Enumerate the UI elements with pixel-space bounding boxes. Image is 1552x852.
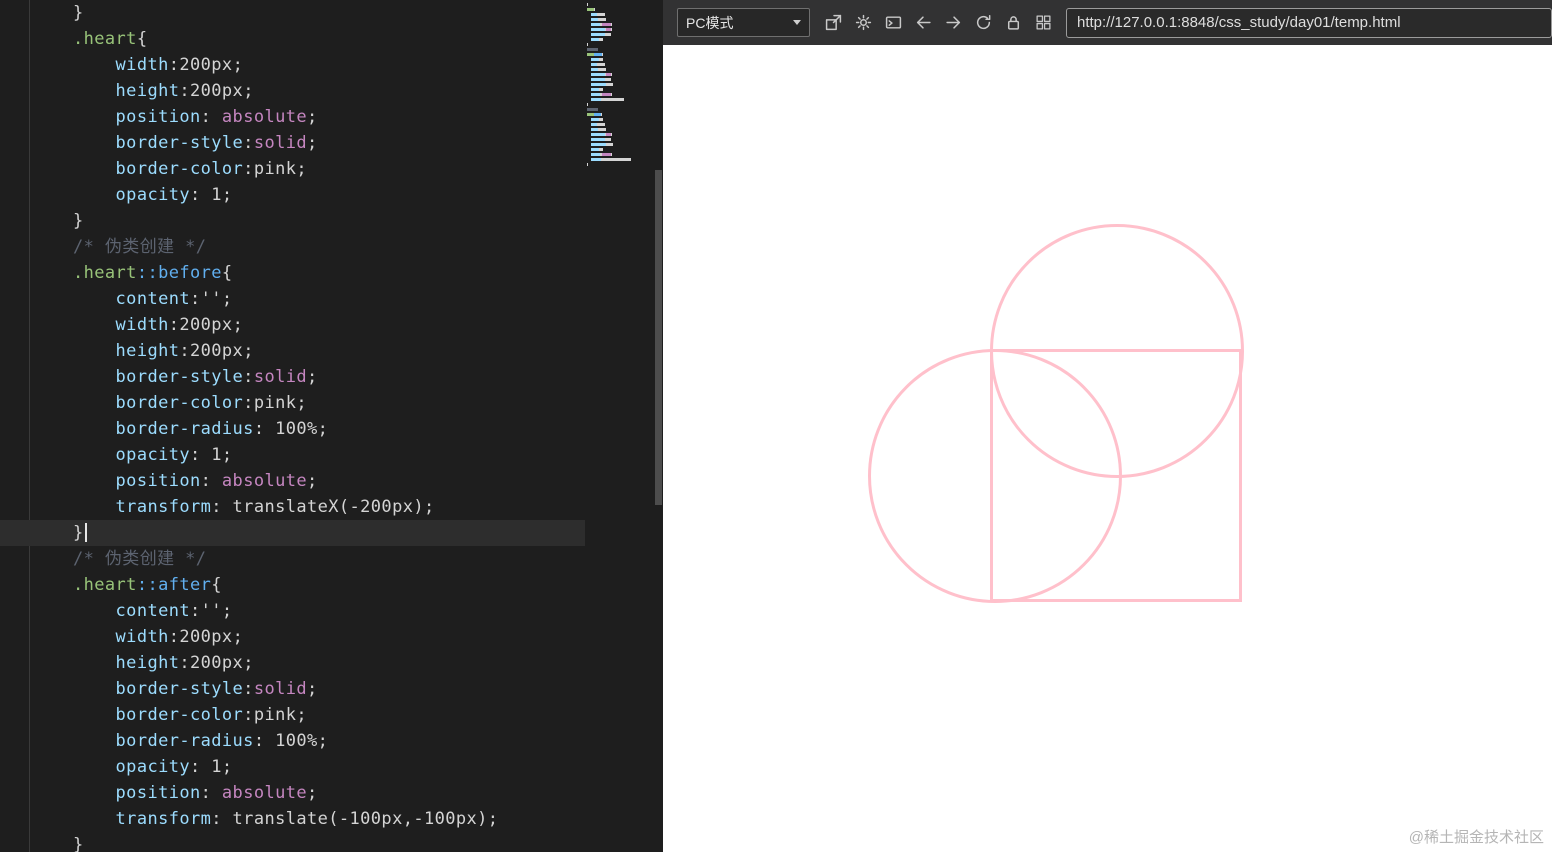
- code-line[interactable]: height:200px;: [0, 650, 585, 676]
- code-line[interactable]: border-style:solid;: [0, 676, 585, 702]
- code-area[interactable]: } .heart{ width:200px; height:200px; posi…: [0, 0, 585, 852]
- grid-icon: [1035, 15, 1051, 30]
- lock-button[interactable]: [998, 8, 1028, 38]
- code-line[interactable]: transform: translateX(-200px);: [0, 494, 585, 520]
- refresh-icon: [976, 14, 990, 30]
- code-editor-panel: } .heart{ width:200px; height:200px; posi…: [0, 0, 663, 852]
- code-line[interactable]: border-color:pink;: [0, 390, 585, 416]
- code-line[interactable]: border-color:pink;: [0, 702, 585, 728]
- code-line[interactable]: border-radius: 100%;: [0, 728, 585, 754]
- browser-toolbar: PC模式: [663, 0, 1552, 45]
- code-line[interactable]: }: [0, 520, 585, 546]
- code-line[interactable]: border-style:solid;: [0, 130, 585, 156]
- chevron-down-icon: [793, 20, 801, 25]
- console-button[interactable]: [878, 8, 908, 38]
- code-line[interactable]: opacity: 1;: [0, 442, 585, 468]
- code-line[interactable]: content:'';: [0, 286, 585, 312]
- code-line[interactable]: position: absolute;: [0, 104, 585, 130]
- code-line[interactable]: /* 伪类创建 */: [0, 546, 585, 572]
- settings-button[interactable]: [848, 8, 878, 38]
- code-line[interactable]: border-color:pink;: [0, 156, 585, 182]
- text-cursor: [84, 523, 87, 542]
- code-line[interactable]: }: [0, 832, 585, 852]
- code-line[interactable]: /* 伪类创建 */: [0, 234, 585, 260]
- code-line[interactable]: .heart::before{: [0, 260, 585, 286]
- device-mode-select[interactable]: PC模式: [677, 8, 810, 37]
- code-line[interactable]: .heart::after{: [0, 572, 585, 598]
- url-input[interactable]: [1066, 7, 1552, 38]
- popout-icon: [825, 14, 841, 31]
- refresh-button[interactable]: [968, 8, 998, 38]
- forward-icon: [945, 16, 960, 29]
- editor-scrollbar-thumb[interactable]: [655, 170, 662, 505]
- code-line[interactable]: width:200px;: [0, 52, 585, 78]
- minimap[interactable]: [587, 2, 653, 167]
- code-line[interactable]: position: absolute;: [0, 780, 585, 806]
- toolbar-icon-group: [818, 8, 1058, 38]
- code-line[interactable]: width:200px;: [0, 624, 585, 650]
- browser-viewport: @稀土掘金技术社区: [663, 45, 1552, 852]
- code-line[interactable]: border-style:solid;: [0, 364, 585, 390]
- code-line[interactable]: }: [0, 208, 585, 234]
- code-line[interactable]: }: [0, 0, 585, 26]
- device-mode-label: PC模式: [686, 14, 734, 31]
- browser-preview-panel: PC模式 http://127.0.0.1:8848/css_study/day…: [663, 0, 1552, 852]
- popout-button[interactable]: [818, 8, 848, 38]
- code-line[interactable]: position: absolute;: [0, 468, 585, 494]
- code-line[interactable]: width:200px;: [0, 312, 585, 338]
- watermark-text: @稀土掘金技术社区: [1408, 829, 1544, 846]
- console-icon: [885, 16, 901, 29]
- back-icon: [916, 16, 931, 29]
- code-line[interactable]: .heart{: [0, 26, 585, 52]
- heart-square: [990, 349, 1242, 602]
- back-button[interactable]: [908, 8, 938, 38]
- code-line[interactable]: border-radius: 100%;: [0, 416, 585, 442]
- grid-button[interactable]: [1028, 8, 1058, 38]
- code-line[interactable]: content:'';: [0, 598, 585, 624]
- lock-icon: [1007, 16, 1019, 30]
- gear-icon: [855, 14, 871, 31]
- code-line[interactable]: height:200px;: [0, 78, 585, 104]
- forward-button[interactable]: [938, 8, 968, 38]
- code-line[interactable]: transform: translate(-100px,-100px);: [0, 806, 585, 832]
- code-line[interactable]: height:200px;: [0, 338, 585, 364]
- code-line[interactable]: opacity: 1;: [0, 182, 585, 208]
- code-line[interactable]: opacity: 1;: [0, 754, 585, 780]
